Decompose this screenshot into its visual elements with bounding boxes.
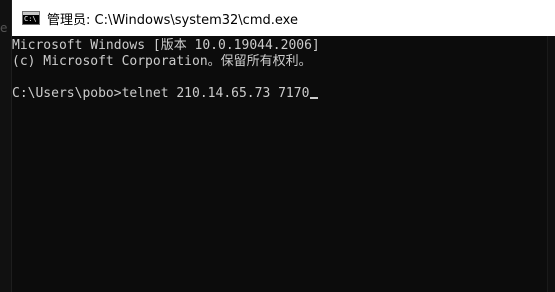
- title-bar[interactable]: C:\ 管理员: C:\Windows\system32\cmd.exe: [12, 0, 555, 36]
- vertical-scrollbar[interactable]: [547, 36, 555, 292]
- prompt-command-text: C:\Users\pobo>telnet 210.14.65.73 7170: [12, 86, 310, 101]
- background-window-edge: e: [0, 0, 12, 292]
- cmd-icon[interactable]: C:\: [22, 11, 40, 25]
- cmd-window: e C:\ 管理员: C:\Windows\system32\cmd.exe M…: [0, 0, 555, 292]
- background-window-text: e: [0, 21, 8, 35]
- cmd-icon-glyph: C:\: [24, 15, 37, 23]
- console-line-prompt[interactable]: C:\Users\pobo>telnet 210.14.65.73 7170: [12, 86, 547, 102]
- console-line-copyright: (c) Microsoft Corporation。保留所有权利。: [12, 54, 312, 69]
- console-line-version: Microsoft Windows [版本 10.0.19044.2006]: [12, 38, 320, 53]
- text-cursor: [310, 97, 319, 99]
- window-title: 管理员: C:\Windows\system32\cmd.exe: [47, 12, 298, 28]
- console-output[interactable]: Microsoft Windows [版本 10.0.19044.2006] (…: [12, 38, 547, 292]
